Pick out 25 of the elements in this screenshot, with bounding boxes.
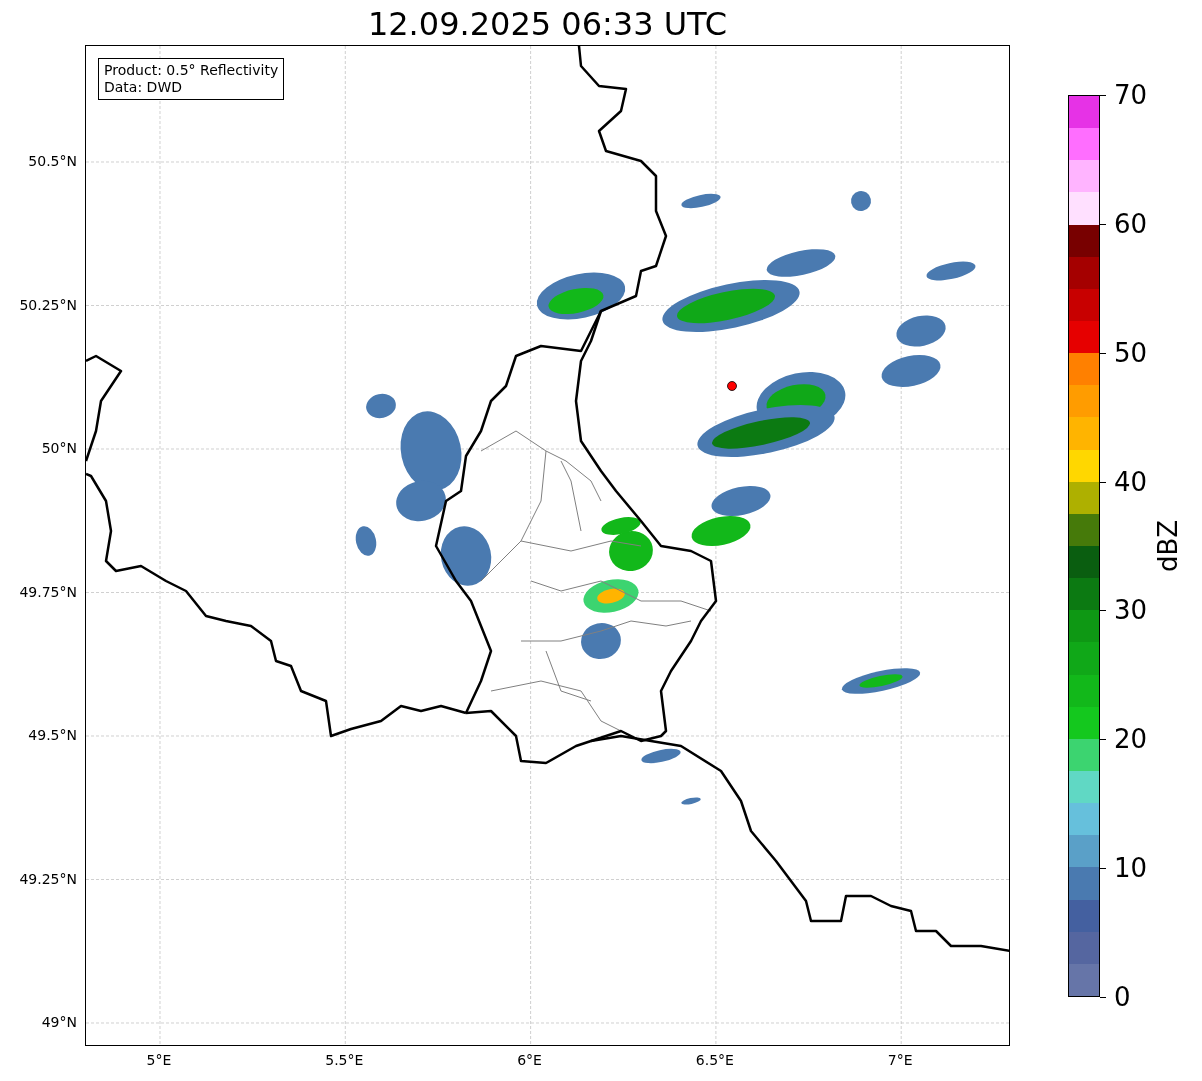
longitude-label: 5.5°E [325,1052,364,1068]
latitude-label: 49.5°N [28,727,77,743]
colorbar-tick-label: 70 [1114,81,1148,109]
longitude-label: 6.5°E [695,1052,734,1068]
latitude-label: 49.75°N [19,583,77,600]
colorbar-tick-label: 40 [1114,467,1148,496]
longitude-label: 5°E [146,1052,172,1068]
colorbar-tick-label: 20 [1114,725,1148,754]
colorbar-tick-label: 0 [1114,983,1131,1011]
colorbar-tick-label: 30 [1114,596,1148,625]
colorbar-label: dBZ [1153,519,1183,573]
latitude-label: 49.25°N [19,870,77,887]
radar-site-icon [727,381,737,391]
colorbar-tick-label: 10 [1114,854,1148,883]
latitude-label: 50.5°N [28,153,77,169]
longitude-label: 7°E [887,1052,913,1068]
latitude-label: 50.25°N [19,296,77,313]
longitude-label: 6°E [517,1052,542,1068]
colorbar-tick-label: 60 [1114,209,1148,238]
info-text: Product: 0.5° Reflectivity [104,62,279,79]
latitude-label: 50°N [41,440,77,456]
chart-title: 12.09.2025 06:33 UTC [366,5,729,45]
info-text: Data: DWD [104,79,183,96]
latitude-label: 49°N [41,1014,77,1030]
colorbar-tick-label: 50 [1114,338,1148,367]
